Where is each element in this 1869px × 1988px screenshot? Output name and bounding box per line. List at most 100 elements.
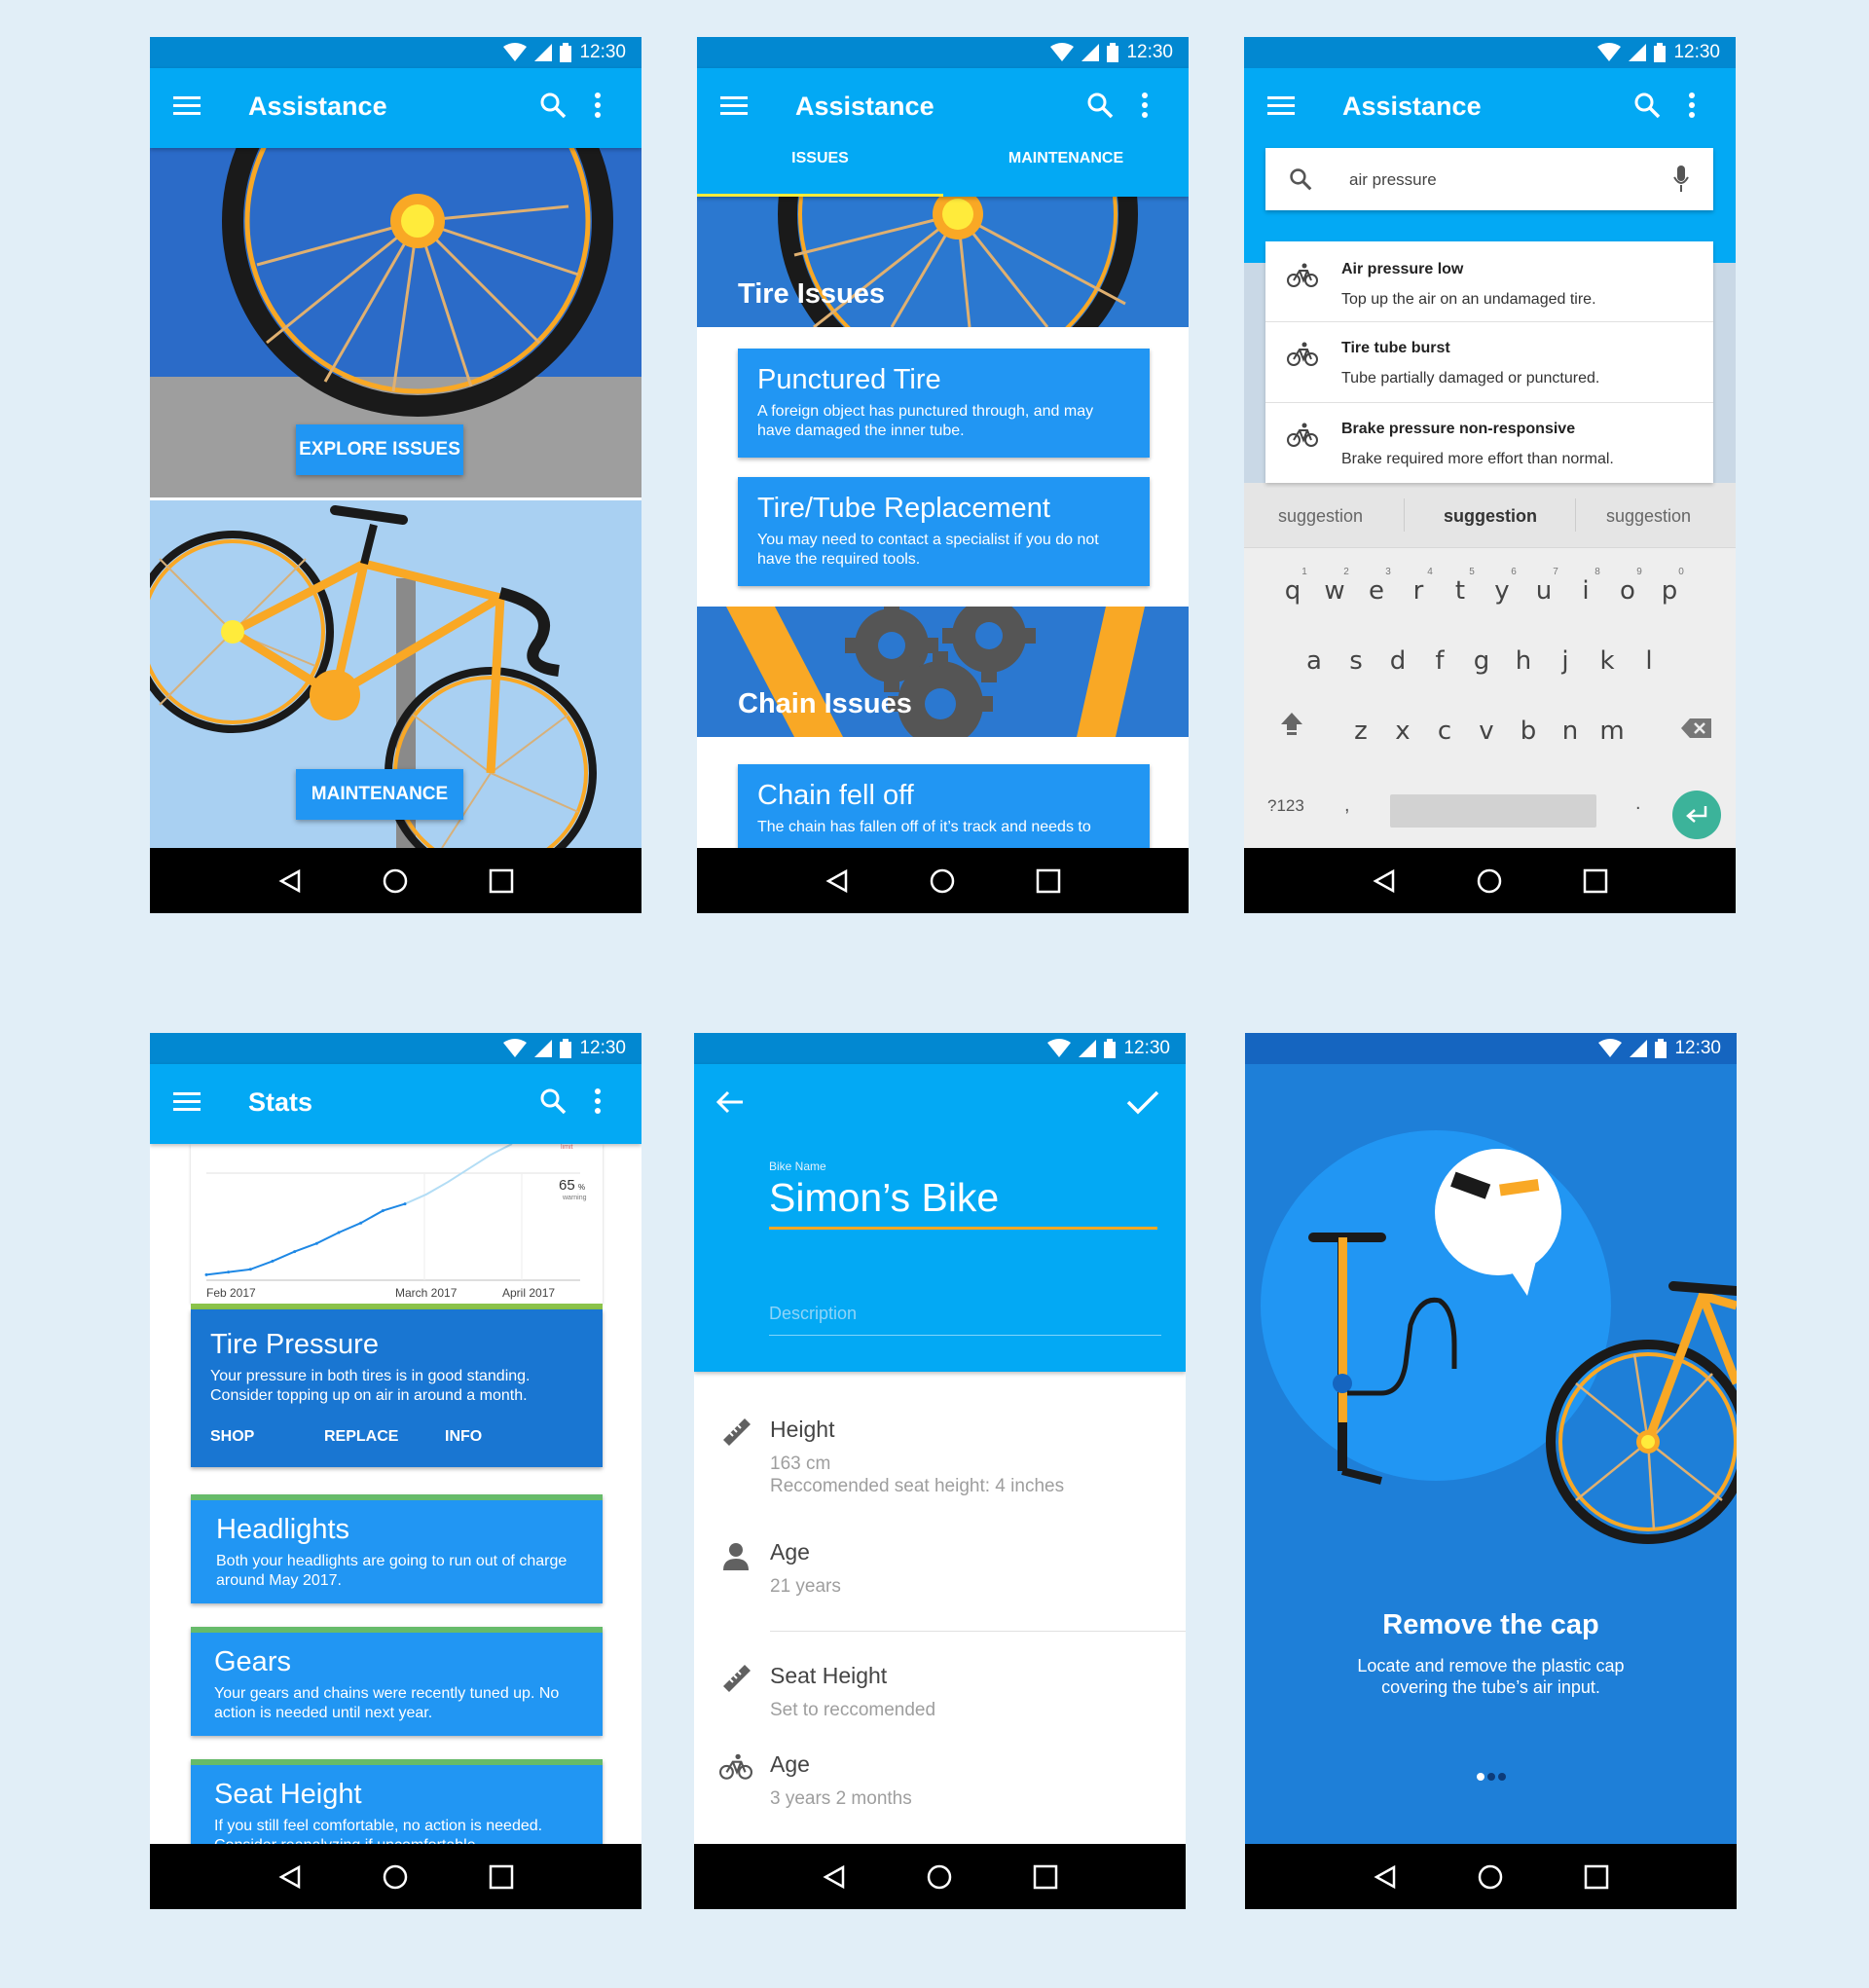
menu-icon[interactable]	[173, 95, 201, 117]
more-vert-icon[interactable]	[1141, 92, 1149, 119]
key[interactable]: c	[1438, 717, 1451, 746]
home-icon[interactable]	[383, 868, 408, 894]
info-action[interactable]: INFO	[445, 1428, 482, 1446]
back-icon[interactable]	[277, 868, 303, 894]
search-icon[interactable]	[539, 92, 567, 119]
symbols-key[interactable]: ?123	[1267, 796, 1304, 816]
key[interactable]: s	[1349, 646, 1363, 676]
key[interactable]: h	[1516, 646, 1531, 676]
key[interactable]: z	[1354, 717, 1368, 746]
key[interactable]: g	[1474, 646, 1490, 676]
key[interactable]: x	[1395, 717, 1410, 746]
home-icon[interactable]	[1478, 1864, 1503, 1890]
key[interactable]: i	[1582, 576, 1589, 606]
key[interactable]: p	[1662, 576, 1678, 606]
key[interactable]: k	[1599, 646, 1614, 676]
back-icon[interactable]	[277, 1864, 303, 1890]
key[interactable]: t	[1455, 576, 1465, 606]
suggestion-chip[interactable]: suggestion	[1606, 506, 1691, 527]
more-vert-icon[interactable]	[594, 92, 602, 119]
recents-icon[interactable]	[1584, 1864, 1609, 1890]
period-key[interactable]: .	[1635, 792, 1641, 815]
key[interactable]: e	[1369, 576, 1384, 606]
search-result[interactable]: Tire tube burst Tube partially damaged o…	[1265, 322, 1713, 403]
key[interactable]: b	[1521, 717, 1537, 746]
key[interactable]: w	[1324, 576, 1344, 606]
key[interactable]: f	[1435, 646, 1444, 676]
screen-onboarding: 12:30 Remove the cap Locate and remove t…	[1245, 1033, 1737, 1909]
key[interactable]: v	[1479, 717, 1493, 746]
search-box[interactable]: air pressure	[1265, 148, 1713, 210]
back-icon[interactable]	[822, 1864, 847, 1890]
page-dot[interactable]	[1497, 1773, 1506, 1781]
search-input[interactable]: air pressure	[1349, 170, 1437, 190]
key[interactable]: d	[1390, 646, 1407, 676]
key[interactable]: o	[1620, 576, 1635, 606]
back-icon[interactable]	[825, 868, 850, 894]
back-icon[interactable]	[1373, 1864, 1398, 1890]
key[interactable]: j	[1561, 646, 1568, 676]
search-icon[interactable]	[539, 1087, 567, 1115]
wifi-icon	[1597, 43, 1622, 61]
search-icon[interactable]	[1086, 92, 1114, 119]
detail-title: Seat Height	[770, 1663, 888, 1688]
screen-bike-profile: 12:30 Bike Name Simon’s Bike Description…	[694, 1033, 1186, 1909]
issue-card[interactable]: Punctured Tire A foreign object has punc…	[738, 349, 1150, 458]
issue-card[interactable]: Tire/Tube Replacement You may need to co…	[738, 477, 1150, 586]
recents-icon[interactable]	[489, 1864, 514, 1890]
more-vert-icon[interactable]	[594, 1087, 602, 1115]
app-title: Assistance	[795, 92, 934, 121]
stat-card-tire-pressure[interactable]: Tire Pressure Your pressure in both tire…	[191, 1309, 603, 1467]
more-vert-icon[interactable]	[1688, 92, 1696, 119]
maintenance-button[interactable]: MAINTENANCE	[296, 769, 463, 820]
home-icon[interactable]	[930, 868, 955, 894]
bike-name-field[interactable]: Simon’s Bike	[769, 1175, 999, 1221]
suggestion-chip[interactable]: suggestion	[1444, 506, 1537, 527]
suggestion-chip[interactable]: suggestion	[1278, 506, 1363, 527]
recents-icon[interactable]	[1583, 868, 1608, 894]
shift-icon[interactable]	[1279, 711, 1304, 736]
shop-action[interactable]: SHOP	[210, 1428, 254, 1446]
check-icon[interactable]	[1126, 1089, 1159, 1115]
explore-issues-button[interactable]: EXPLORE ISSUES	[296, 424, 463, 475]
description-field[interactable]: Description	[769, 1304, 857, 1324]
back-arrow-icon[interactable]	[715, 1089, 745, 1115]
spacebar[interactable]	[1390, 794, 1596, 828]
recents-icon[interactable]	[1033, 1864, 1058, 1890]
page-dot[interactable]	[1486, 1773, 1495, 1781]
search-result[interactable]: Brake pressure non-responsive Brake requ…	[1265, 403, 1713, 483]
tab-maintenance[interactable]: MAINTENANCE	[943, 150, 1189, 197]
key[interactable]: a	[1306, 646, 1322, 676]
key[interactable]: y	[1494, 576, 1509, 606]
backspace-icon[interactable]	[1680, 717, 1713, 740]
back-icon[interactable]	[1372, 868, 1397, 894]
recents-icon[interactable]	[489, 868, 514, 894]
tab-issues[interactable]: ISSUES	[697, 150, 943, 197]
app-title: Stats	[248, 1087, 313, 1117]
menu-icon[interactable]	[1267, 95, 1295, 117]
enter-key[interactable]	[1672, 791, 1721, 839]
stat-card-gears[interactable]: Gears Your gears and chains were recentl…	[191, 1627, 603, 1736]
stat-card-headlights[interactable]: Headlights Both your headlights are goin…	[191, 1494, 603, 1603]
search-icon[interactable]	[1633, 92, 1661, 119]
onboarding-title: Remove the cap	[1382, 1609, 1599, 1640]
key[interactable]: m	[1599, 717, 1624, 746]
comma-key[interactable]: ,	[1344, 794, 1350, 817]
menu-icon[interactable]	[173, 1091, 201, 1113]
key[interactable]: q	[1285, 576, 1301, 606]
result-desc: Top up the air on an undamaged tire.	[1341, 291, 1596, 308]
mic-icon[interactable]	[1672, 166, 1690, 193]
home-icon[interactable]	[927, 1864, 952, 1890]
menu-icon[interactable]	[720, 95, 748, 117]
search-result[interactable]: Air pressure low Top up the air on an un…	[1265, 241, 1713, 322]
key[interactable]: r	[1413, 576, 1424, 606]
key[interactable]: l	[1645, 646, 1652, 676]
home-icon[interactable]	[383, 1864, 408, 1890]
key[interactable]: n	[1562, 717, 1578, 746]
search-field-icon	[1290, 168, 1312, 191]
page-dot[interactable]	[1476, 1773, 1484, 1781]
replace-action[interactable]: REPLACE	[324, 1428, 398, 1446]
key[interactable]: u	[1536, 576, 1552, 606]
recents-icon[interactable]	[1036, 868, 1061, 894]
home-icon[interactable]	[1477, 868, 1502, 894]
